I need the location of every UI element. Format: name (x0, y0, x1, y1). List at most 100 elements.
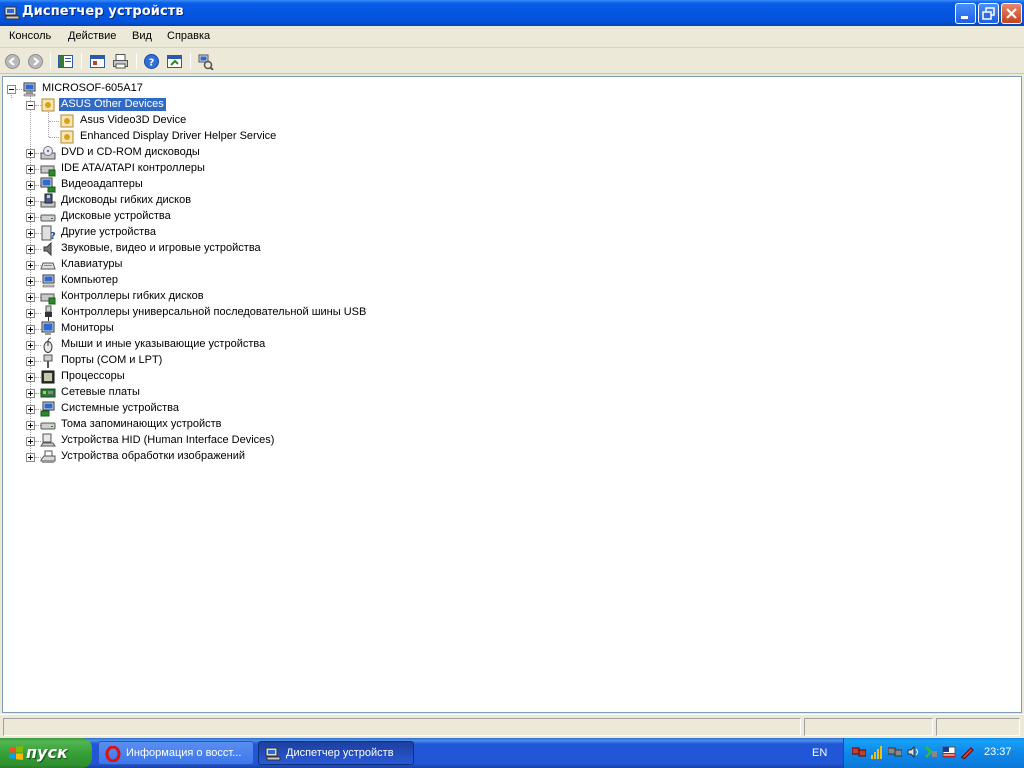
tree-item-monitors[interactable]: Мониторы (3, 321, 423, 337)
tree-item-display-adapters[interactable]: Видеоадаптеры (3, 177, 423, 193)
expand-icon[interactable] (26, 421, 35, 430)
export-icon[interactable] (166, 53, 183, 70)
tree-item-mice[interactable]: Мыши и иные указывающие устройства (3, 337, 423, 353)
expand-icon[interactable] (26, 245, 35, 254)
tree-item-disk-drives[interactable]: Дисковые устройства (3, 209, 423, 225)
tree-item-ide-controllers[interactable]: IDE ATA/ATAPI контроллеры (3, 161, 423, 177)
close-icon (1006, 8, 1017, 19)
volume-tray-icon[interactable] (906, 745, 920, 759)
scan-hardware-icon[interactable] (197, 53, 214, 70)
taskbar-task-device-manager[interactable]: Диспетчер устройств (258, 741, 414, 765)
expand-icon[interactable] (26, 325, 35, 334)
start-button[interactable]: пуск (0, 738, 92, 768)
expand-icon[interactable] (26, 453, 35, 462)
expand-icon[interactable] (26, 149, 35, 158)
print-icon[interactable] (112, 53, 129, 70)
collapse-icon[interactable] (26, 101, 35, 110)
forward-icon[interactable] (27, 53, 44, 70)
tree-item-keyboards[interactable]: Клавиатуры (3, 257, 423, 273)
tree-item-label: Видеоадаптеры (61, 178, 143, 190)
language-indicator[interactable]: EN (812, 747, 827, 759)
tree-item-storage-volumes[interactable]: Тома запоминающих устройств (3, 417, 423, 433)
network-connection-tray-icon[interactable] (888, 745, 902, 759)
status-pane (936, 718, 1020, 736)
expand-icon[interactable] (26, 213, 35, 222)
expand-icon[interactable] (26, 389, 35, 398)
collapse-icon[interactable] (7, 85, 16, 94)
expand-icon[interactable] (26, 357, 35, 366)
tree-item-hid-devices[interactable]: Устройства HID (Human Interface Devices) (3, 433, 423, 449)
hid-device-icon (40, 433, 56, 447)
tree-item-system-devices[interactable]: Системные устройства (3, 401, 423, 417)
taskbar-task-opera[interactable]: Информация о восст... (98, 741, 254, 765)
task-label: Информация о восст... (126, 747, 242, 759)
tree-item-device[interactable]: Enhanced Display Driver Helper Service (3, 129, 403, 145)
display-adapter-icon (40, 177, 56, 193)
expand-icon[interactable] (26, 197, 35, 206)
tree-root[interactable]: MICROSOF-605A17 (3, 81, 403, 97)
task-label: Диспетчер устройств (286, 747, 394, 759)
back-icon[interactable] (4, 53, 21, 70)
expand-icon[interactable] (26, 181, 35, 190)
expand-icon[interactable] (26, 229, 35, 238)
tree-item-asus-other-devices[interactable]: ASUS Other Devices (3, 97, 403, 113)
menu-view[interactable]: Вид (132, 30, 152, 42)
tree-item-floppy-controllers[interactable]: Контроллеры гибких дисков (3, 289, 423, 305)
start-label: пуск (26, 743, 68, 762)
tree-item-device[interactable]: Asus Video3D Device (3, 113, 403, 129)
tree-item-network-adapters[interactable]: Сетевые платы (3, 385, 423, 401)
menu-help[interactable]: Справка (167, 30, 210, 42)
scanner-icon (40, 450, 56, 463)
expand-icon[interactable] (26, 277, 35, 286)
tree-item-other-devices[interactable]: ? Другие устройства (3, 225, 423, 241)
help-icon[interactable]: ? (143, 53, 160, 70)
pen-tray-icon[interactable] (960, 745, 974, 759)
window-title: Диспетчер устройств (22, 4, 184, 19)
title-bar[interactable]: Диспетчер устройств (0, 0, 1024, 26)
tree-item-label: Компьютер (61, 274, 118, 286)
flag-tray-icon[interactable] (942, 745, 956, 759)
safely-remove-tray-icon[interactable] (924, 745, 938, 759)
close-button[interactable] (1001, 3, 1022, 24)
tree-item-usb-controllers[interactable]: Контроллеры универсальной последовательн… (3, 305, 423, 321)
expand-icon[interactable] (26, 437, 35, 446)
expand-icon[interactable] (26, 309, 35, 318)
properties-icon[interactable] (89, 53, 106, 70)
tree-item-label: Клавиатуры (61, 258, 123, 270)
signal-tray-icon[interactable] (870, 745, 884, 759)
clock[interactable]: 23:37 (984, 746, 1012, 758)
tree-item-computer[interactable]: Компьютер (3, 273, 423, 289)
tree-item-sound-devices[interactable]: Звуковые, видео и игровые устройства (3, 241, 423, 257)
network-tray-icon[interactable] (852, 745, 866, 759)
tree-item-label: Тома запоминающих устройств (61, 418, 222, 430)
menu-action[interactable]: Действие (68, 30, 116, 42)
expand-icon[interactable] (26, 405, 35, 414)
expand-icon[interactable] (26, 341, 35, 350)
menu-console[interactable]: Консоль (9, 30, 51, 42)
expand-icon[interactable] (26, 261, 35, 270)
toolbar-separator (81, 53, 82, 69)
expand-icon[interactable] (26, 373, 35, 382)
status-pane (804, 718, 933, 736)
minimize-button[interactable] (955, 3, 976, 24)
tree-item-floppy-drives[interactable]: Дисководы гибких дисков (3, 193, 423, 209)
floppy-drive-icon (40, 193, 56, 208)
tree-item-label: IDE ATA/ATAPI контроллеры (61, 162, 205, 174)
tree-item-label: Другие устройства (61, 226, 156, 238)
show-hide-tree-icon[interactable] (57, 53, 74, 70)
device-tree[interactable]: MICROSOF-605A17 ASUS Other Devices Asus … (2, 76, 1022, 713)
tree-item-dvd-cdrom[interactable]: DVD и CD-ROM дисководы (3, 145, 423, 161)
toolbar: ? (0, 48, 1024, 74)
tree-item-processors[interactable]: Процессоры (3, 369, 423, 385)
restore-button[interactable] (978, 3, 999, 24)
tree-item-ports[interactable]: Порты (COM и LPT) (3, 353, 423, 369)
tree-item-label: Процессоры (61, 370, 125, 382)
restore-icon (982, 7, 995, 20)
tree-item-label: Звуковые, видео и игровые устройства (61, 242, 261, 254)
tree-item-imaging-devices[interactable]: Устройства обработки изображений (3, 449, 423, 465)
tree-item-label: DVD и CD-ROM дисководы (61, 146, 200, 158)
expand-icon[interactable] (26, 165, 35, 174)
storage-volume-icon (40, 422, 56, 430)
expand-icon[interactable] (26, 293, 35, 302)
tree-item-label: Asus Video3D Device (80, 114, 187, 126)
